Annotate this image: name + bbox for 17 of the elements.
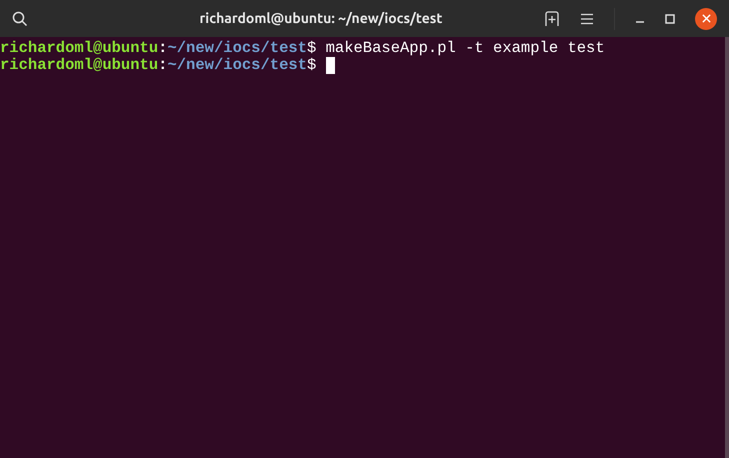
search-icon[interactable]	[12, 10, 28, 26]
new-tab-icon[interactable]	[544, 10, 560, 26]
close-button[interactable]	[695, 8, 717, 30]
text-cursor	[326, 57, 335, 74]
prompt-user: richardoml@ubuntu	[0, 40, 158, 57]
menu-icon[interactable]	[580, 12, 594, 24]
prompt-symbol: $	[306, 57, 316, 74]
prompt-separator: :	[158, 40, 168, 57]
prompt-symbol: $	[306, 40, 316, 57]
prompt-user: richardoml@ubuntu	[0, 57, 158, 74]
prompt-path: ~/new/iocs/test	[167, 57, 307, 74]
prompt-path: ~/new/iocs/test	[167, 40, 307, 57]
maximize-icon[interactable]	[665, 14, 675, 24]
prompt-separator: :	[158, 57, 168, 74]
window-title: richardoml@ubuntu: ~/new/iocs/test	[200, 9, 442, 28]
close-icon	[702, 14, 710, 23]
command-text: makeBaseApp.pl -t example test	[324, 40, 605, 57]
